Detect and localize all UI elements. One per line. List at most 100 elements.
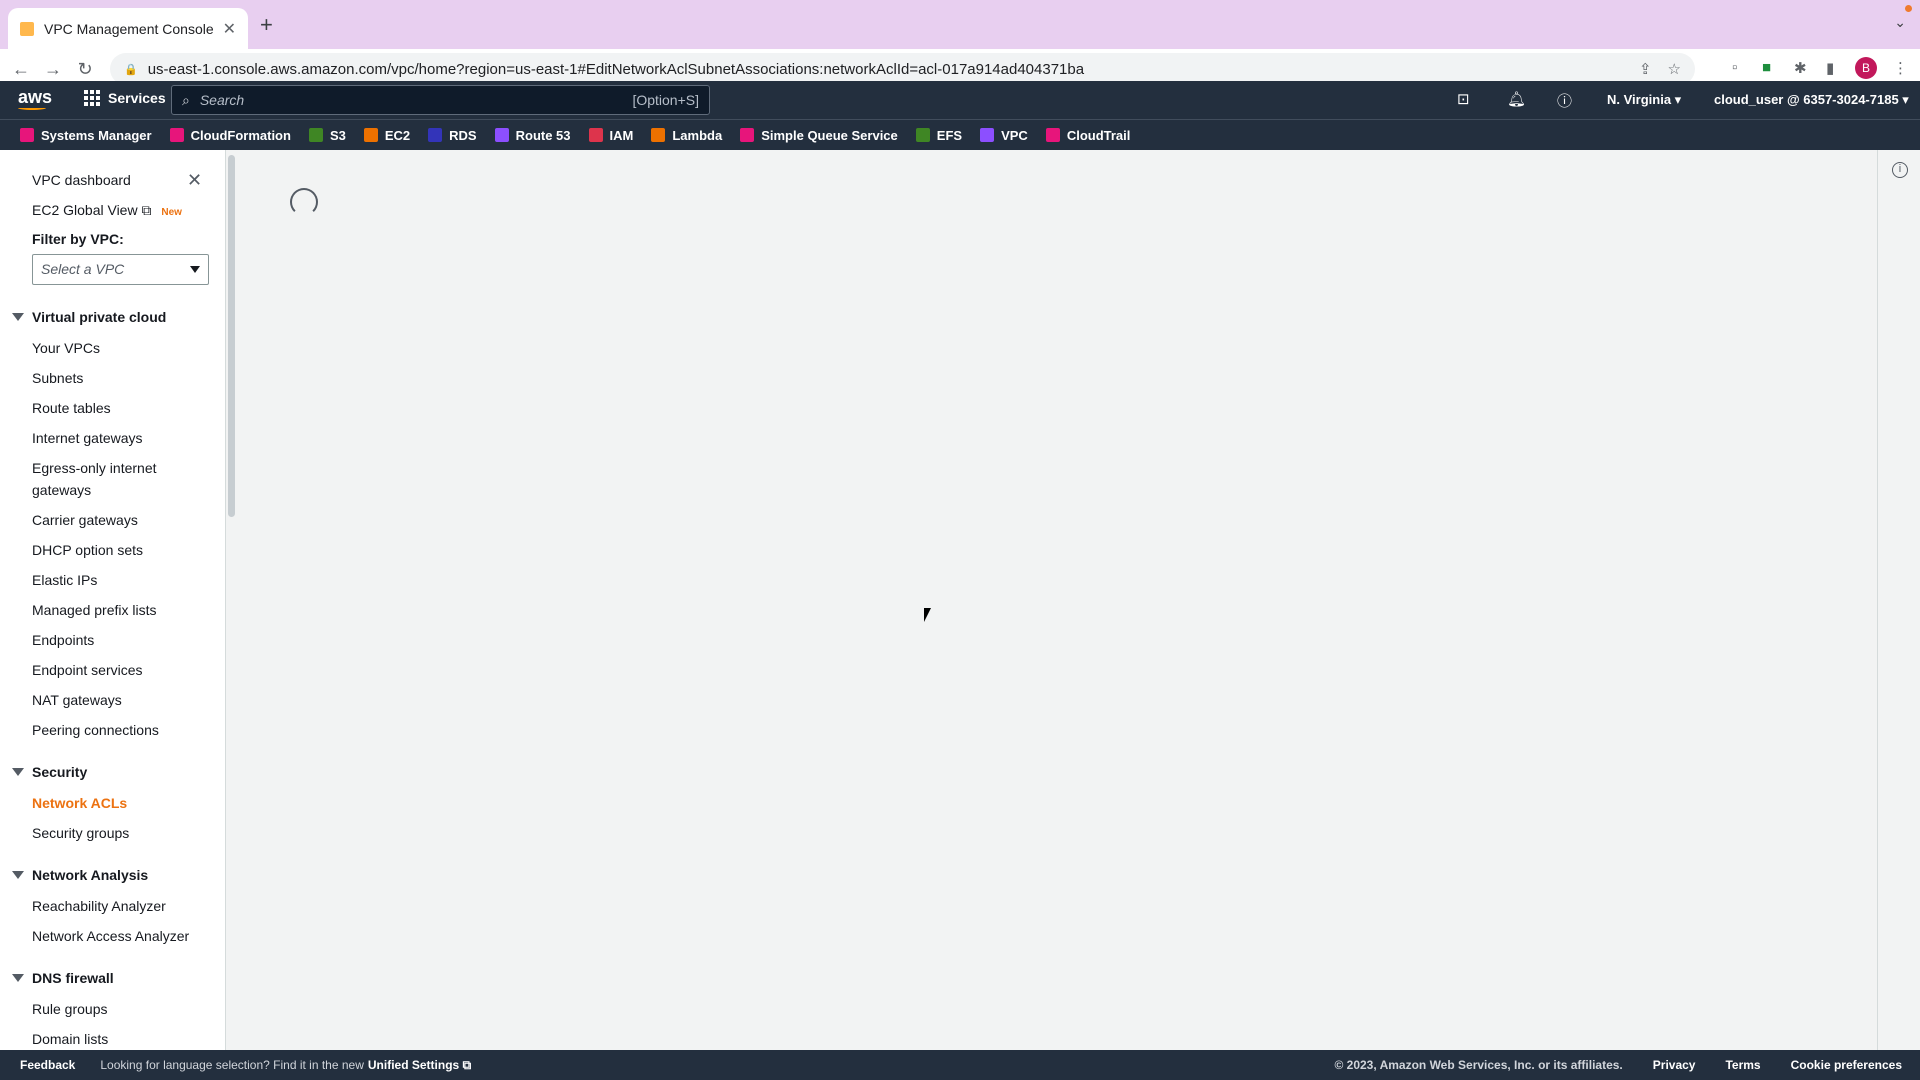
sidebar-item-managed-prefix-lists[interactable]: Managed prefix lists (32, 602, 157, 618)
sidebar-item-endpoint-services[interactable]: Endpoint services (32, 662, 143, 678)
copyright-text: © 2023, Amazon Web Services, Inc. or its… (1334, 1058, 1623, 1072)
sidebar-item-network-acls[interactable]: Network ACLs (32, 795, 127, 811)
unified-settings-link[interactable]: Unified Settings ⧉ (368, 1058, 471, 1073)
tab-search-chevron-icon[interactable]: ⌄ (1894, 14, 1906, 31)
service-icon (20, 128, 34, 142)
privacy-link[interactable]: Privacy (1653, 1058, 1696, 1072)
cloudshell-icon[interactable]: ⊡ (1457, 90, 1470, 108)
sidebar-item-egress-only-internet-gateways-cont[interactable]: gateways (32, 482, 91, 498)
sidebar-item-ec2-global-view[interactable]: EC2 Global View ⧉ New (32, 202, 182, 219)
new-tab-icon[interactable]: + (260, 12, 273, 38)
favorite-item[interactable]: Lambda (651, 128, 722, 143)
sidebar-item-network-access-analyzer[interactable]: Network Access Analyzer (32, 928, 189, 944)
help-icon[interactable]: ⓘ (1557, 90, 1572, 111)
sidebar-item-peering-connections[interactable]: Peering connections (32, 722, 159, 738)
sidebar-item-rule-groups[interactable]: Rule groups (32, 1001, 108, 1017)
favorite-item[interactable]: Route 53 (494, 128, 571, 143)
aws-logo[interactable]: aws (18, 87, 52, 110)
triangle-down-icon (12, 768, 24, 776)
browser-tab[interactable]: VPC Management Console ✕ (8, 8, 248, 49)
favorite-label: EFS (936, 127, 963, 143)
external-link-icon: ⧉ (141, 202, 152, 218)
section-label: DNS firewall (32, 970, 114, 986)
favorite-item[interactable]: EC2 (363, 127, 411, 143)
favorite-item[interactable]: EFS (915, 127, 963, 143)
browser-tab-bar: VPC Management Console ✕ + ⌄ (0, 0, 1920, 49)
account-menu[interactable]: cloud_user @ 6357-3024-7185 ▾ (1714, 92, 1909, 108)
section-dns-firewall[interactable]: DNS firewall (12, 970, 114, 986)
extension-icon[interactable]: ▫ (1732, 59, 1737, 76)
sidebar-item-egress-only-internet-gateways[interactable]: Egress-only internet (32, 460, 157, 476)
favorite-item[interactable]: RDS (428, 128, 477, 143)
caret-down-icon (190, 266, 200, 273)
sidebar-item-domain-lists[interactable]: Domain lists (32, 1031, 108, 1047)
favorite-label: EC2 (384, 127, 411, 143)
notifications-bell-icon[interactable]: 🔔︎ (1507, 90, 1526, 108)
back-icon[interactable]: ← (8, 59, 34, 80)
search-input[interactable]: ⌕ Search [Option+S] (171, 85, 710, 115)
sidebar-item-nat-gateways[interactable]: NAT gateways (32, 692, 122, 708)
loading-spinner-icon (290, 188, 318, 216)
share-icon[interactable]: ⇪ (1639, 60, 1652, 78)
sidebar-item-your-vpcs[interactable]: Your VPCs (32, 340, 100, 356)
lock-icon: 🔒 (124, 63, 138, 76)
sidebar-scrollbar[interactable] (228, 155, 235, 517)
aws-smile-icon (18, 106, 46, 110)
favorite-item[interactable]: VPC (980, 128, 1028, 143)
favorite-item[interactable]: CloudFormation (169, 128, 291, 143)
sidebar-item-vpc-dashboard[interactable]: VPC dashboard (32, 172, 131, 188)
favorite-label: Systems Manager (41, 127, 152, 143)
services-menu-button[interactable]: Services (84, 90, 166, 106)
filter-by-vpc-label: Filter by VPC: (32, 231, 124, 247)
triangle-down-icon (12, 974, 24, 982)
sidebar-item-security-groups[interactable]: Security groups (32, 825, 129, 841)
favorite-item[interactable]: CloudTrail (1045, 127, 1131, 143)
tab-favicon-icon (20, 21, 34, 36)
search-placeholder: Search (199, 92, 245, 108)
favorites-bar: Systems Manager CloudFormation S3 EC2 RDS Rou… (0, 119, 1920, 150)
sidebar-item-dhcp-option-sets[interactable]: DHCP option sets (32, 542, 143, 558)
close-tab-icon[interactable]: ✕ (223, 19, 236, 39)
profile-avatar[interactable]: B (1855, 57, 1877, 79)
favorite-item[interactable]: IAM (588, 128, 633, 143)
language-message: Looking for language selection? Find it … (100, 1058, 364, 1072)
cookie-preferences-link[interactable]: Cookie preferences (1791, 1058, 1902, 1072)
service-icon (1045, 128, 1060, 142)
external-link-icon: ⧉ (462, 1057, 472, 1072)
info-icon[interactable]: i (1892, 162, 1908, 178)
sidebar-item-elastic-ips[interactable]: Elastic IPs (32, 572, 97, 588)
sidebar-item-carrier-gateways[interactable]: Carrier gateways (32, 512, 138, 528)
favorite-item[interactable]: Simple Queue Service (740, 128, 898, 143)
unified-settings-label: Unified Settings (367, 1057, 460, 1072)
bookmark-star-icon[interactable]: ☆ (1668, 60, 1681, 78)
extensions-puzzle-icon[interactable]: ✱ (1794, 59, 1807, 77)
section-network-analysis[interactable]: Network Analysis (12, 867, 148, 883)
side-panel-icon[interactable]: ▮ (1826, 59, 1834, 77)
close-icon[interactable]: ✕ (187, 170, 202, 191)
favorite-label: Lambda (672, 127, 723, 143)
section-virtual-private-cloud[interactable]: Virtual private cloud (12, 309, 166, 325)
feedback-link[interactable]: Feedback (20, 1058, 75, 1072)
section-security[interactable]: Security (12, 764, 87, 780)
terms-link[interactable]: Terms (1725, 1058, 1760, 1072)
extension-green-icon[interactable]: ■ (1762, 59, 1771, 76)
forward-icon[interactable]: → (40, 59, 66, 80)
browser-menu-icon[interactable]: ⋮ (1893, 59, 1908, 77)
region-selector[interactable]: N. Virginia ▾ (1607, 92, 1681, 108)
sidebar-item-subnets[interactable]: Subnets (32, 370, 83, 386)
tools-panel-divider (1877, 150, 1878, 1050)
mouse-cursor-icon (924, 608, 931, 622)
sidebar-item-reachability-analyzer[interactable]: Reachability Analyzer (32, 898, 166, 914)
footer: Feedback Looking for language selection?… (0, 1050, 1920, 1080)
reload-icon[interactable]: ↻ (72, 59, 98, 80)
sidebar-item-route-tables[interactable]: Route tables (32, 400, 111, 416)
favorite-label: CloudTrail (1066, 127, 1131, 143)
favorite-item[interactable]: Systems Manager (20, 128, 152, 143)
sidebar-item-endpoints[interactable]: Endpoints (32, 632, 94, 648)
sidebar-item-internet-gateways[interactable]: Internet gateways (32, 430, 143, 446)
service-icon (363, 128, 378, 142)
vpc-filter-select[interactable]: Select a VPC (32, 254, 209, 285)
url-text[interactable]: us-east-1.console.aws.amazon.com/vpc/hom… (148, 61, 1639, 78)
favorite-item[interactable]: S3 (308, 128, 346, 143)
tab-title: VPC Management Console (44, 20, 214, 37)
